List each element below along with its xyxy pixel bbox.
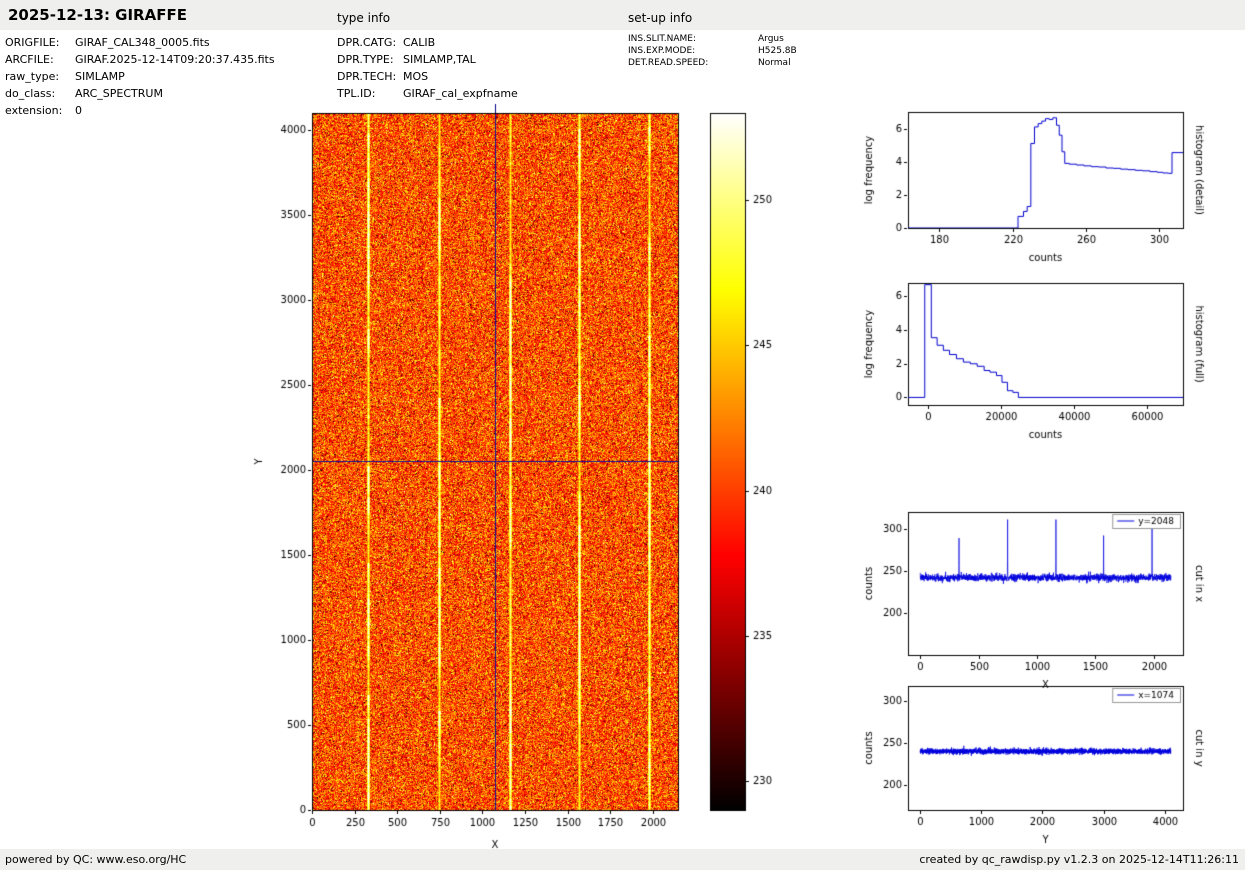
cut-in-y-plot — [860, 674, 1230, 852]
det-read-speed-label: DET.READ.SPEED: — [628, 58, 709, 68]
det-read-speed-value: Normal — [758, 58, 791, 68]
page-title: 2025-12-13: GIRAFFE — [8, 6, 187, 24]
footer-right-text: created by qc_rawdisp.py v1.2.3 on 2025-… — [919, 853, 1239, 866]
tpl-id-value: GIRAF_cal_expfname — [403, 87, 518, 100]
dpr-tech-value: MOS — [403, 70, 429, 83]
rawtype-label: raw_type: — [5, 70, 60, 83]
dpr-catg-value: CALIB — [403, 36, 436, 49]
doclass-value: ARC_SPECTRUM — [75, 87, 163, 100]
dpr-type-label: DPR.TYPE: — [337, 53, 394, 66]
type-info-header: type info — [337, 11, 391, 25]
arcfile-value: GIRAF.2025-12-14T09:20:37.435.fits — [75, 53, 275, 66]
ins-slit-name-value: Argus — [758, 34, 784, 44]
arcfile-label: ARCFILE: — [5, 53, 54, 66]
tpl-id-label: TPL.ID: — [337, 87, 376, 100]
dpr-tech-label: DPR.TECH: — [337, 70, 397, 83]
histogram-full-plot — [860, 272, 1230, 450]
raw-image-with-colorbar-plot — [240, 100, 800, 860]
footer-left-text: powered by QC: www.eso.org/HC — [5, 853, 187, 866]
ins-slit-name-label: INS.SLIT.NAME: — [628, 34, 697, 44]
doclass-label: do_class: — [5, 87, 56, 100]
ins-exp-mode-label: INS.EXP.MODE: — [628, 46, 696, 56]
cut-in-x-plot — [860, 500, 1230, 695]
histogram-detail-plot — [860, 100, 1230, 278]
origfile-label: ORIGFILE: — [5, 36, 60, 49]
extension-value: 0 — [75, 104, 82, 117]
dpr-type-value: SIMLAMP,TAL — [403, 53, 476, 66]
dpr-catg-label: DPR.CATG: — [337, 36, 397, 49]
ins-exp-mode-value: H525.8B — [758, 46, 797, 56]
rawtype-value: SIMLAMP — [75, 70, 125, 83]
origfile-value: GIRAF_CAL348_0005.fits — [75, 36, 210, 49]
setup-info-header: set-up info — [628, 11, 693, 25]
extension-label: extension: — [5, 104, 63, 117]
